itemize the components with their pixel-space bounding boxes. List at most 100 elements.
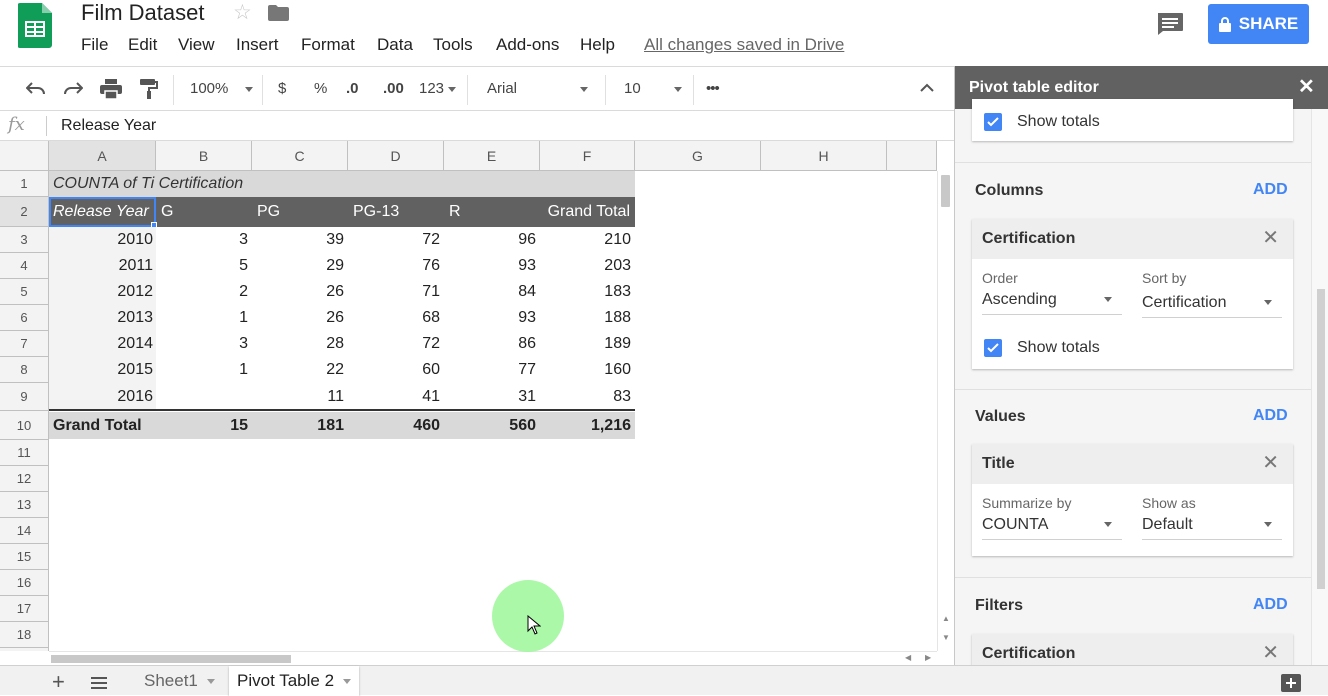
pivot-row-label[interactable]: 2014 xyxy=(49,331,153,357)
pivot-value-cell[interactable]: 84 xyxy=(444,279,536,305)
scroll-thumb[interactable] xyxy=(941,175,950,207)
pivot-value-cell[interactable]: 93 xyxy=(444,253,536,279)
menu-tools[interactable]: Tools xyxy=(433,35,473,55)
scroll-left-icon[interactable]: ◀ xyxy=(905,653,911,662)
row-header[interactable]: 9 xyxy=(0,383,49,411)
total-cell[interactable]: 460 xyxy=(348,413,440,439)
font-size-select[interactable]: 10 xyxy=(624,79,684,99)
sheets-logo-icon[interactable] xyxy=(18,3,52,48)
sheet-tab-sheet1[interactable]: Sheet1 xyxy=(136,666,223,696)
menu-edit[interactable]: Edit xyxy=(128,35,157,55)
pivot-col-header-pg[interactable]: PG xyxy=(257,199,280,225)
chevron-down-icon[interactable] xyxy=(207,678,216,684)
comments-icon[interactable] xyxy=(1156,12,1184,36)
show-as-select[interactable]: Default xyxy=(1142,514,1282,540)
row-header[interactable]: 8 xyxy=(0,357,49,383)
column-header-h[interactable]: H xyxy=(761,141,887,171)
pivot-value-cell[interactable]: 1 xyxy=(156,357,248,383)
pivot-value-cell[interactable]: 31 xyxy=(444,384,536,410)
explore-icon[interactable] xyxy=(1281,674,1301,692)
pivot-value-cell[interactable]: 60 xyxy=(348,357,440,383)
pivot-value-cell[interactable]: 72 xyxy=(348,331,440,357)
more-options-button[interactable]: ••• xyxy=(706,79,720,99)
menu-help[interactable]: Help xyxy=(580,35,615,55)
row-header[interactable] xyxy=(0,648,49,651)
pivot-value-cell[interactable]: 41 xyxy=(348,384,440,410)
zoom-select[interactable]: 100% xyxy=(190,79,254,99)
vertical-scrollbar[interactable]: ▲ ▼ xyxy=(937,171,954,651)
more-formats-select[interactable]: 123 xyxy=(419,79,457,99)
row-header[interactable]: 18 xyxy=(0,622,49,648)
pivot-row-label[interactable]: 2016 xyxy=(49,384,153,410)
formula-input[interactable]: Release Year xyxy=(61,116,156,136)
menu-insert[interactable]: Insert xyxy=(236,35,279,55)
menu-view[interactable]: View xyxy=(178,35,215,55)
scroll-thumb[interactable] xyxy=(51,655,291,663)
pivot-value-cell[interactable]: 203 xyxy=(540,253,631,279)
rows-show-totals-checkbox[interactable] xyxy=(984,113,1002,131)
font-select[interactable]: Arial xyxy=(487,79,592,99)
star-icon[interactable]: ☆ xyxy=(233,1,252,25)
pivot-value-cell[interactable]: 22 xyxy=(252,357,344,383)
column-header-f[interactable]: F xyxy=(540,141,635,171)
pivot-value-cell[interactable]: 11 xyxy=(252,384,344,410)
column-header-c[interactable]: C xyxy=(252,141,348,171)
pivot-value-cell[interactable]: 26 xyxy=(252,279,344,305)
print-icon[interactable] xyxy=(100,79,122,99)
order-select[interactable]: Ascending xyxy=(982,289,1122,315)
row-header[interactable]: 4 xyxy=(0,253,49,279)
menu-format[interactable]: Format xyxy=(301,35,355,55)
pivot-value-cell[interactable]: 76 xyxy=(348,253,440,279)
redo-icon[interactable] xyxy=(63,80,83,96)
close-icon[interactable]: ✕ xyxy=(1262,226,1279,250)
pivot-value-cell[interactable]: 1 xyxy=(156,305,248,331)
pivot-value-cell[interactable]: 68 xyxy=(348,305,440,331)
row-header[interactable]: 11 xyxy=(0,440,49,466)
row-header[interactable]: 3 xyxy=(0,227,49,253)
pivot-value-cell[interactable]: 3 xyxy=(156,331,248,357)
pivot-value-cell[interactable]: 29 xyxy=(252,253,344,279)
pivot-value-cell[interactable]: 77 xyxy=(444,357,536,383)
sort-by-select[interactable]: Certification xyxy=(1142,292,1282,318)
row-header[interactable]: 2 xyxy=(0,197,49,227)
scroll-up-icon[interactable]: ▲ xyxy=(942,614,950,623)
pivot-value-cell[interactable]: 93 xyxy=(444,305,536,331)
sheet-tab-pivot-table-2[interactable]: Pivot Table 2 xyxy=(229,666,360,696)
menu-addons[interactable]: Add-ons xyxy=(496,35,559,55)
pivot-row-label[interactable]: 2011 xyxy=(49,253,153,279)
add-sheet-icon[interactable]: + xyxy=(52,669,65,695)
folder-icon[interactable] xyxy=(268,5,289,21)
menu-data[interactable]: Data xyxy=(377,35,413,55)
values-add-button[interactable]: ADD xyxy=(1253,406,1288,426)
row-header[interactable]: 14 xyxy=(0,518,49,544)
row-header[interactable]: 5 xyxy=(0,279,49,305)
pivot-value-cell[interactable]: 3 xyxy=(156,227,248,253)
horizontal-scrollbar[interactable]: ◀ ▶ xyxy=(49,651,937,665)
all-sheets-icon[interactable] xyxy=(91,677,107,689)
column-header-e[interactable]: E xyxy=(444,141,540,171)
pivot-col-header-g[interactable]: G xyxy=(161,199,173,225)
pivot-row-label[interactable]: 2010 xyxy=(49,227,153,253)
save-status-link[interactable]: All changes saved in Drive xyxy=(644,35,844,55)
pivot-value-cell[interactable]: 188 xyxy=(540,305,631,331)
pivot-col-header-grand-total[interactable]: Grand Total xyxy=(540,199,630,225)
row-header[interactable]: 12 xyxy=(0,466,49,492)
percent-format-button[interactable]: % xyxy=(314,79,327,99)
close-icon[interactable]: ✕ xyxy=(1298,76,1315,98)
pivot-value-cell[interactable]: 26 xyxy=(252,305,344,331)
row-header[interactable]: 7 xyxy=(0,331,49,357)
pivot-value-cell[interactable]: 189 xyxy=(540,331,631,357)
scroll-down-icon[interactable]: ▼ xyxy=(942,633,950,642)
paint-format-icon[interactable] xyxy=(140,79,158,99)
document-title[interactable]: Film Dataset xyxy=(81,0,204,26)
currency-format-button[interactable]: $ xyxy=(278,79,286,99)
total-cell[interactable]: 1,216 xyxy=(540,413,631,439)
pivot-value-cell[interactable]: 210 xyxy=(540,227,631,253)
row-header[interactable]: 17 xyxy=(0,596,49,622)
row-header[interactable]: 16 xyxy=(0,570,49,596)
row-header[interactable]: 15 xyxy=(0,544,49,570)
collapse-toolbar-icon[interactable] xyxy=(919,81,935,93)
columns-show-totals-checkbox[interactable] xyxy=(984,339,1002,357)
pivot-value-cell[interactable]: 96 xyxy=(444,227,536,253)
close-icon[interactable]: ✕ xyxy=(1262,451,1279,475)
